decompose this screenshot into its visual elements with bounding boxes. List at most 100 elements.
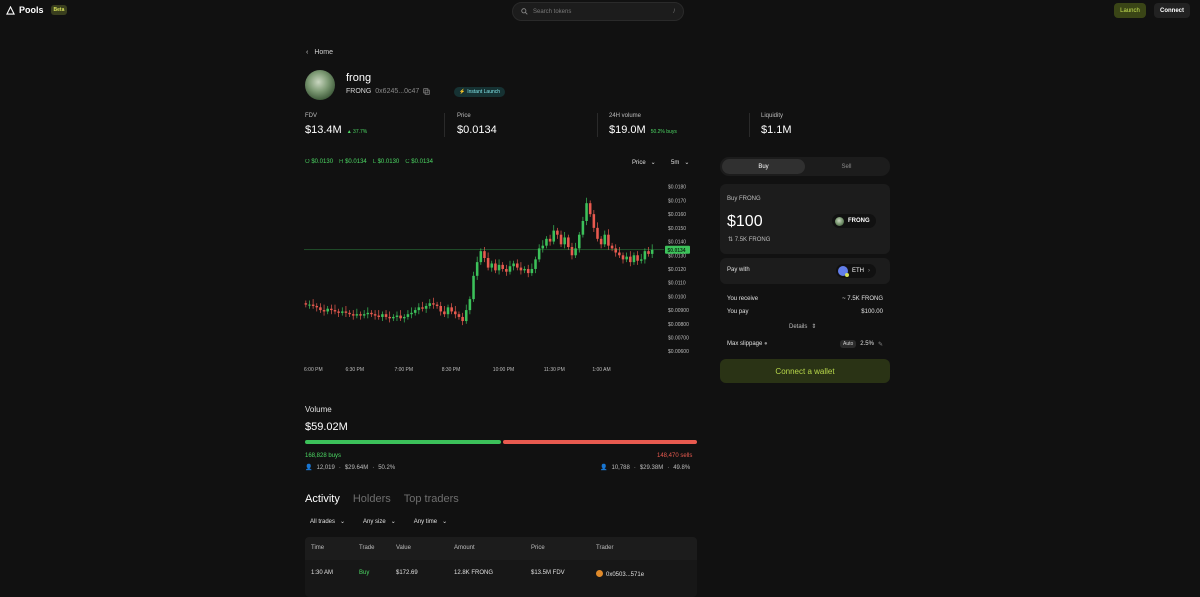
volume-section-label: Volume	[305, 405, 332, 414]
candle-body	[519, 267, 523, 271]
candle-body	[526, 268, 530, 274]
search-input[interactable]: Search tokens /	[512, 2, 684, 21]
row-trader[interactable]: 0x0503...571e	[596, 570, 644, 578]
converted-amount[interactable]: ⇅ 7.5K FRONG	[728, 236, 770, 243]
brand-name: Pools	[19, 5, 44, 15]
candle-body	[607, 234, 610, 246]
candle-body	[395, 315, 399, 317]
expand-icon: ⇕	[811, 324, 817, 330]
candle-body	[625, 256, 628, 260]
chevron-down-icon: ⌄	[684, 160, 690, 166]
token-chip-label: FRONG	[848, 218, 870, 224]
candle-body	[486, 258, 490, 268]
candle-body	[413, 310, 417, 313]
sellers-count: 10,788	[611, 464, 630, 471]
ohlc-close-key: C	[405, 159, 410, 165]
trader-address: 0x0503...571e	[606, 572, 645, 578]
candle-body	[344, 311, 348, 313]
candle-body	[621, 255, 625, 260]
filter-trades[interactable]: All trades ⌄	[310, 518, 346, 526]
candle-body	[446, 307, 450, 315]
connect-button[interactable]: Connect	[1154, 3, 1190, 18]
launch-button[interactable]: Launch	[1114, 3, 1146, 18]
candle-body	[588, 203, 592, 215]
chevron-down-icon: ⌄	[340, 519, 346, 525]
candle-body	[629, 256, 632, 263]
filter-time[interactable]: Any time ⌄	[414, 518, 447, 526]
filter-size[interactable]: Any size ⌄	[363, 518, 396, 526]
connect-wallet-button[interactable]: Connect a wallet	[720, 359, 890, 383]
tab-holders[interactable]: Holders	[353, 493, 391, 505]
token-avatar	[305, 70, 335, 100]
y-tick-label: $0.00800	[668, 322, 689, 328]
candle-body	[351, 314, 355, 316]
tab-activity[interactable]: Activity	[305, 493, 340, 505]
ohlc-high-key: H	[339, 159, 344, 165]
pools-logo-icon	[6, 5, 15, 15]
chevron-down-icon: ⌄	[390, 519, 396, 525]
breadcrumb-home[interactable]: Home	[314, 49, 333, 56]
toggle-sell[interactable]: Sell	[805, 159, 888, 174]
candle-body	[512, 263, 515, 267]
candle-body	[577, 234, 581, 249]
candle-body	[639, 259, 643, 261]
candle-body	[552, 230, 556, 242]
beta-badge: Beta	[50, 5, 68, 15]
breadcrumb[interactable]: ‹ Home	[306, 49, 333, 56]
col-trade: Trade	[359, 545, 375, 551]
instant-launch-badge: ⚡ Instant Launch	[454, 87, 506, 97]
x-tick-label: 1:00 AM	[592, 367, 610, 373]
candle-body	[468, 299, 472, 311]
candle-body	[585, 203, 588, 222]
buy-amount-input[interactable]: $100	[727, 213, 763, 231]
copy-icon[interactable]	[423, 88, 430, 95]
candle-body	[523, 268, 526, 271]
chevron-right-icon: ›	[868, 268, 870, 274]
x-tick-label: 6:30 PM	[345, 367, 364, 373]
token-chip-avatar	[835, 216, 844, 226]
pay-token-select[interactable]: ETH ›	[836, 264, 876, 278]
x-tick-label: 10:00 PM	[493, 367, 514, 373]
candle-body	[450, 307, 453, 312]
trader-avatar	[596, 570, 603, 577]
buyers-count: 12,019	[316, 464, 335, 471]
candle-body	[443, 311, 446, 315]
buy-amount-card: Buy FRONG $100 FRONG ⇅ 7.5K FRONG	[720, 184, 890, 254]
candle-body	[559, 234, 563, 245]
token-chip[interactable]: FRONG	[832, 214, 876, 228]
col-value: Value	[396, 545, 411, 551]
candle-body	[596, 227, 599, 239]
candle-body	[461, 316, 464, 322]
candle-body	[362, 314, 366, 316]
trades-table: Time Trade Value Amount Price Trader 1:3…	[305, 537, 697, 597]
price-label: Price	[457, 113, 471, 119]
chevron-left-icon: ‹	[306, 49, 309, 56]
tab-top-traders[interactable]: Top traders	[404, 493, 459, 505]
pay-with-label: Pay with	[727, 267, 750, 273]
edit-icon[interactable]: ✎	[878, 341, 883, 348]
brand-logo[interactable]: Pools Beta	[6, 5, 68, 15]
pay-token-label: ETH	[852, 268, 864, 274]
candle-body	[464, 310, 468, 322]
token-address: 0x6245...0c47	[375, 88, 420, 95]
sell-meta: 👤 10,788 · $29.38M · 49.8%	[600, 464, 690, 472]
buy-value: $29.64M	[344, 464, 369, 471]
fdv-value: $13.4M	[305, 124, 342, 136]
search-shortcut: /	[673, 8, 675, 15]
candle-body	[381, 314, 384, 317]
toggle-buy[interactable]: Buy	[722, 159, 805, 174]
details-toggle[interactable]: Details ⇕	[789, 323, 817, 331]
candle-body	[475, 262, 479, 276]
buy-pct: 50.2%	[378, 464, 396, 471]
slippage-label: Max slippage	[727, 341, 763, 347]
price-chart[interactable]: $0.0180 $0.0170 $0.0160 $0.0150 $0.0140 $0.01…	[304, 180, 696, 378]
chart-interval-select[interactable]: 5m ⌄	[671, 159, 690, 167]
stat-price: Price $0.0134	[457, 113, 497, 136]
details-label: Details	[789, 323, 808, 330]
y-tick-label: $0.0110	[668, 281, 686, 287]
candle-body	[497, 264, 501, 271]
candle-body	[410, 312, 413, 315]
liquidity-value: $1.1M	[761, 124, 792, 136]
chart-mode-select[interactable]: Price ⌄	[632, 159, 656, 167]
top-bar: Pools Beta Search tokens / Launch Connec…	[0, 0, 1200, 22]
